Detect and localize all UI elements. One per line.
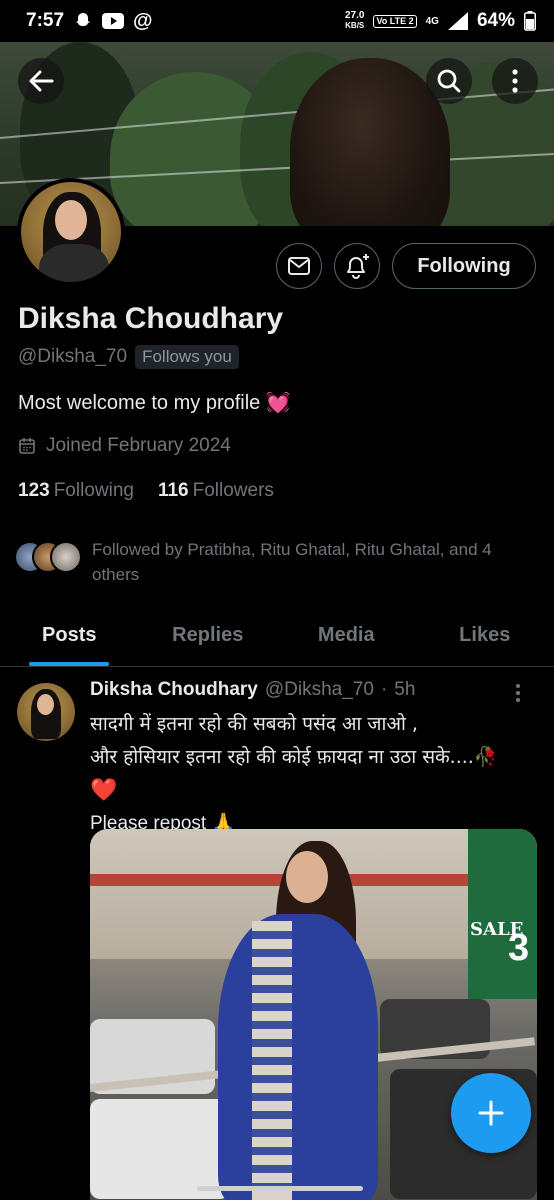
- post-author-name[interactable]: Diksha Choudhary: [90, 679, 258, 701]
- more-vertical-icon: [516, 684, 520, 702]
- tab-media[interactable]: Media: [277, 605, 416, 666]
- following-count: 123: [18, 480, 50, 501]
- bell-plus-icon: [347, 254, 369, 279]
- at-icon: @: [133, 9, 153, 32]
- post-line-1: सादगी में इतना रहो की सबको पसंद आ जाओ ,: [90, 713, 418, 735]
- sale-sign: [468, 829, 537, 999]
- back-button[interactable]: [18, 58, 64, 104]
- joined-date: Joined February 2024: [18, 435, 231, 457]
- bio-emoji: 💓: [265, 392, 291, 414]
- signal-icon: [447, 12, 468, 30]
- post-author-avatar[interactable]: [17, 683, 75, 741]
- tab-replies[interactable]: Replies: [139, 605, 278, 666]
- follows-you-badge: Follows you: [135, 345, 239, 369]
- mutual-avatars: [14, 537, 84, 575]
- plus-icon: [478, 1100, 504, 1126]
- more-options-button[interactable]: [492, 58, 538, 104]
- search-button[interactable]: [426, 58, 472, 104]
- compose-button[interactable]: [451, 1073, 531, 1153]
- profile-avatar[interactable]: [17, 178, 125, 286]
- following-label: Following: [53, 480, 134, 501]
- bio-text: Most welcome to my profile: [18, 392, 261, 414]
- profile-handle: @Diksha_70: [18, 346, 128, 367]
- profile-bio: Most welcome to my profile 💓: [18, 390, 291, 415]
- profile-name: Diksha Choudhary: [18, 302, 284, 335]
- network-type: 4G: [425, 15, 439, 27]
- post-separator: ·: [380, 679, 388, 700]
- envelope-icon: [288, 257, 310, 275]
- volte-badge: Vo LTE 2: [373, 14, 417, 28]
- battery-percent: 64%: [476, 10, 515, 31]
- post-more-button[interactable]: [515, 683, 521, 708]
- more-vertical-icon: [512, 69, 518, 93]
- profile-tabs: Posts Replies Media Likes: [0, 605, 554, 667]
- followers-count: 116: [157, 480, 189, 501]
- post-line-2: और होसियार इतना रहो की कोई फ़ायदा ना उठा…: [90, 746, 498, 768]
- youtube-icon: [102, 13, 125, 29]
- snapchat-icon: [76, 13, 91, 26]
- tab-posts[interactable]: Posts: [0, 605, 139, 666]
- message-button[interactable]: [276, 243, 322, 289]
- arrow-left-icon: [29, 70, 54, 92]
- post-header: Diksha Choudhary @Diksha_70 · 5h: [90, 679, 415, 701]
- status-bar: 7:57 @ 27.0 KB/S Vo LTE 2 4G 64%: [0, 0, 554, 42]
- notifications-button[interactable]: [334, 243, 380, 289]
- search-icon: [437, 69, 461, 93]
- following-stat[interactable]: 123 Following: [18, 480, 134, 502]
- net-speed-unit: KB/S: [345, 21, 365, 30]
- battery-icon: [524, 11, 536, 31]
- post-author-handle: @Diksha_70: [264, 679, 374, 700]
- net-speed: 27.0 KB/S: [345, 11, 364, 31]
- post-line-3: ❤️: [90, 778, 118, 803]
- status-time: 7:57: [26, 10, 65, 31]
- post-time: 5h: [394, 679, 416, 700]
- calendar-icon: [19, 438, 35, 454]
- sale-sign-number: 3: [508, 927, 530, 969]
- followers-stat[interactable]: 116 Followers: [158, 480, 274, 502]
- following-button[interactable]: Following: [392, 243, 536, 289]
- gesture-bar[interactable]: [197, 1186, 363, 1191]
- post-text: सादगी में इतना रहो की सबको पसंद आ जाओ , …: [90, 708, 530, 840]
- tab-likes[interactable]: Likes: [416, 605, 554, 666]
- joined-text: Joined February 2024: [46, 435, 231, 456]
- followed-by-text: Followed by Pratibha, Ritu Ghatal, Ritu …: [92, 540, 492, 584]
- net-speed-value: 27.0: [344, 10, 365, 21]
- followed-by[interactable]: Followed by Pratibha, Ritu Ghatal, Ritu …: [14, 537, 534, 587]
- followers-label: Followers: [192, 480, 274, 501]
- follow-stats: 123 Following 116 Followers: [18, 480, 274, 502]
- handle-row: @Diksha_70 Follows you: [18, 345, 239, 369]
